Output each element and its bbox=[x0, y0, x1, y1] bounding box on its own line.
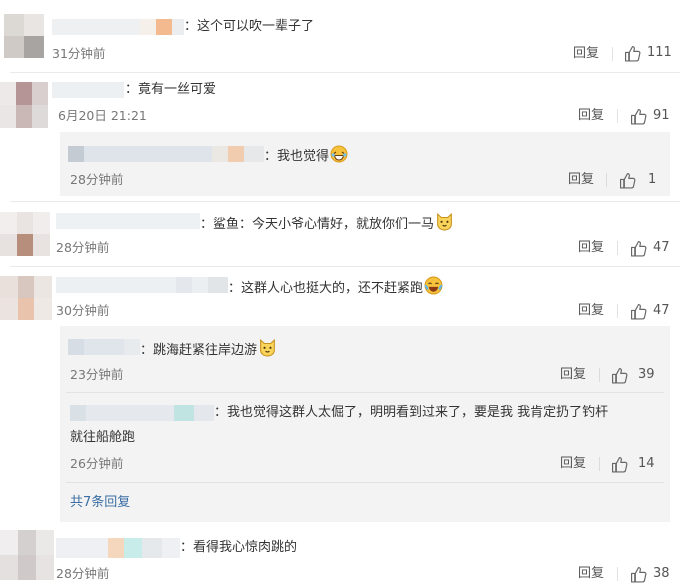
comment-text: ：鲨鱼：今天小爷心情好，就放你们一马 bbox=[200, 212, 454, 234]
username-blurred[interactable] bbox=[68, 339, 140, 355]
avatar[interactable] bbox=[0, 276, 52, 320]
avatar[interactable] bbox=[0, 530, 54, 580]
username-blurred[interactable] bbox=[56, 538, 180, 558]
username-blurred[interactable] bbox=[56, 277, 228, 293]
thumbs-up-icon bbox=[612, 367, 628, 384]
like-count: 47 bbox=[653, 240, 670, 255]
like-button[interactable]: 38 bbox=[630, 565, 670, 583]
like-button[interactable]: 91 bbox=[630, 107, 670, 125]
reply-text-continued: 就往船舱跑 bbox=[70, 430, 136, 445]
like-count: 47 bbox=[653, 303, 670, 318]
avatar[interactable] bbox=[0, 212, 50, 256]
comment-time: 31分钟前 bbox=[52, 46, 106, 61]
like-button[interactable]: 1 bbox=[619, 171, 656, 189]
like-count: 38 bbox=[653, 566, 670, 581]
divider bbox=[606, 173, 607, 187]
username-blurred[interactable] bbox=[52, 82, 124, 98]
comment-time: 6月20日 21:21 bbox=[58, 108, 147, 123]
divider bbox=[617, 109, 618, 123]
comment-text: ：看得我心惊肉跳的 bbox=[180, 540, 298, 555]
divider bbox=[10, 72, 680, 73]
thumbs-up-icon bbox=[631, 566, 647, 583]
like-count: 111 bbox=[647, 45, 672, 60]
avatar[interactable] bbox=[0, 82, 48, 128]
username-blurred[interactable] bbox=[52, 19, 184, 35]
like-count: 39 bbox=[638, 367, 655, 382]
like-button[interactable]: 111 bbox=[624, 44, 672, 62]
like-button[interactable]: 47 bbox=[630, 302, 670, 320]
reply-button[interactable]: 回复 bbox=[560, 367, 586, 383]
reply-button[interactable]: 回复 bbox=[578, 566, 604, 582]
username-blurred[interactable] bbox=[56, 213, 200, 229]
reply-button[interactable]: 回复 bbox=[568, 172, 594, 188]
thumbs-up-icon bbox=[620, 172, 636, 189]
divider bbox=[612, 47, 613, 61]
username-blurred[interactable] bbox=[70, 405, 214, 421]
divider bbox=[599, 457, 600, 471]
reply-button[interactable]: 回复 bbox=[560, 456, 586, 472]
reply-time: 23分钟前 bbox=[70, 367, 124, 382]
username-blurred[interactable] bbox=[68, 146, 264, 162]
thumbs-up-icon bbox=[612, 456, 628, 473]
like-count: 14 bbox=[638, 456, 655, 471]
divider bbox=[66, 482, 664, 483]
divider bbox=[617, 567, 618, 581]
reply-button[interactable]: 回复 bbox=[573, 46, 599, 62]
reply-time: 26分钟前 bbox=[70, 456, 124, 471]
comment-time: 28分钟前 bbox=[56, 240, 110, 255]
divider bbox=[66, 392, 664, 393]
thumbs-up-icon bbox=[631, 303, 647, 320]
view-more-replies-link[interactable]: 共7条回复 bbox=[70, 495, 130, 511]
reply-button[interactable]: 回复 bbox=[578, 303, 604, 319]
divider bbox=[617, 241, 618, 255]
reply-text: ：我也觉得这群人太倔了，明明看到过来了，要是我 我肯定扔了钓杆 bbox=[214, 405, 609, 420]
cat-face-emoji bbox=[260, 338, 275, 357]
reply-time: 28分钟前 bbox=[70, 172, 124, 187]
like-count: 1 bbox=[648, 172, 657, 187]
reply-button[interactable]: 回复 bbox=[578, 108, 604, 124]
tears-of-joy-emoji bbox=[424, 276, 443, 295]
comment-text: ：这个可以吹一辈子了 bbox=[184, 19, 315, 34]
comment-text: ：这群人心也挺大的，还不赶紧跑 bbox=[228, 276, 443, 298]
thumbs-up-icon bbox=[631, 108, 647, 125]
thumbs-up-icon bbox=[631, 240, 647, 257]
like-button[interactable]: 39 bbox=[611, 366, 655, 384]
comment-time: 28分钟前 bbox=[56, 566, 110, 581]
thumbs-up-icon bbox=[625, 45, 641, 62]
avatar[interactable] bbox=[4, 14, 44, 58]
comment-time: 30分钟前 bbox=[56, 303, 110, 318]
reply-button[interactable]: 回复 bbox=[578, 240, 604, 256]
divider bbox=[10, 201, 680, 202]
like-button[interactable]: 47 bbox=[630, 239, 670, 257]
comment-text: ：竟有一丝可爱 bbox=[125, 82, 217, 97]
reply-text: ：我也觉得 bbox=[264, 145, 348, 166]
like-button[interactable]: 14 bbox=[611, 455, 655, 473]
divider bbox=[10, 266, 680, 267]
like-count: 91 bbox=[653, 108, 670, 123]
cat-face-emoji bbox=[437, 212, 452, 231]
reply-text: ：跳海赶紧往岸边游 bbox=[140, 338, 277, 360]
divider bbox=[599, 368, 600, 382]
laughing-face-emoji bbox=[330, 145, 348, 163]
divider bbox=[617, 304, 618, 318]
